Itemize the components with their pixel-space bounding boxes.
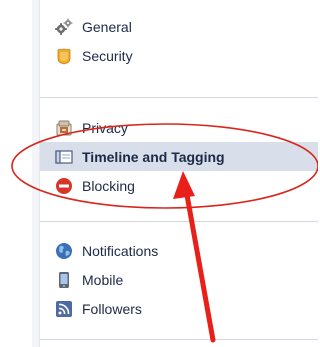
sidebar-item-label: Notifications (82, 242, 159, 259)
sidebar-item-security[interactable]: Security (40, 41, 318, 70)
sidebar-item-label: Privacy (82, 119, 128, 136)
sidebar-item-followers[interactable]: Followers (40, 294, 318, 323)
security-badge-icon (55, 47, 73, 65)
sidebar-item-label: Security (82, 47, 133, 64)
sidebar-item-notifications[interactable]: Notifications (40, 236, 318, 265)
mobile-phone-icon (55, 271, 73, 289)
sidebar-divider (40, 339, 318, 340)
sidebar-divider (40, 97, 318, 98)
gears-icon (55, 18, 73, 36)
globe-icon (55, 242, 73, 260)
sidebar-group-account: General Security (40, 12, 318, 70)
sidebar-group-notifications: Notifications Mobile Followers (40, 236, 318, 323)
sidebar-item-privacy[interactable]: Privacy (40, 113, 318, 142)
sidebar-item-label: Followers (82, 300, 142, 317)
sidebar-item-label: General (82, 18, 132, 35)
sidebar-item-label: Mobile (82, 271, 124, 288)
sidebar-divider (40, 221, 318, 222)
sidebar-item-label: Timeline and Tagging (82, 148, 225, 165)
rss-feed-icon (55, 300, 73, 318)
sidebar-edge (32, 0, 40, 347)
sidebar-item-label: Blocking (82, 177, 135, 194)
sidebar-item-mobile[interactable]: Mobile (40, 265, 318, 294)
sidebar-item-general[interactable]: General (40, 12, 318, 41)
sidebar-item-blocking[interactable]: Blocking (40, 171, 318, 200)
privacy-lock-icon (55, 119, 73, 137)
settings-sidebar: General Security Privacy Timeline and Ta… (32, 0, 318, 347)
sidebar-item-timeline-and-tagging[interactable]: Timeline and Tagging (40, 142, 318, 171)
blocking-icon (55, 177, 73, 195)
sidebar-group-privacy: Privacy Timeline and Tagging Blocking (40, 113, 318, 200)
timeline-icon (55, 148, 73, 166)
